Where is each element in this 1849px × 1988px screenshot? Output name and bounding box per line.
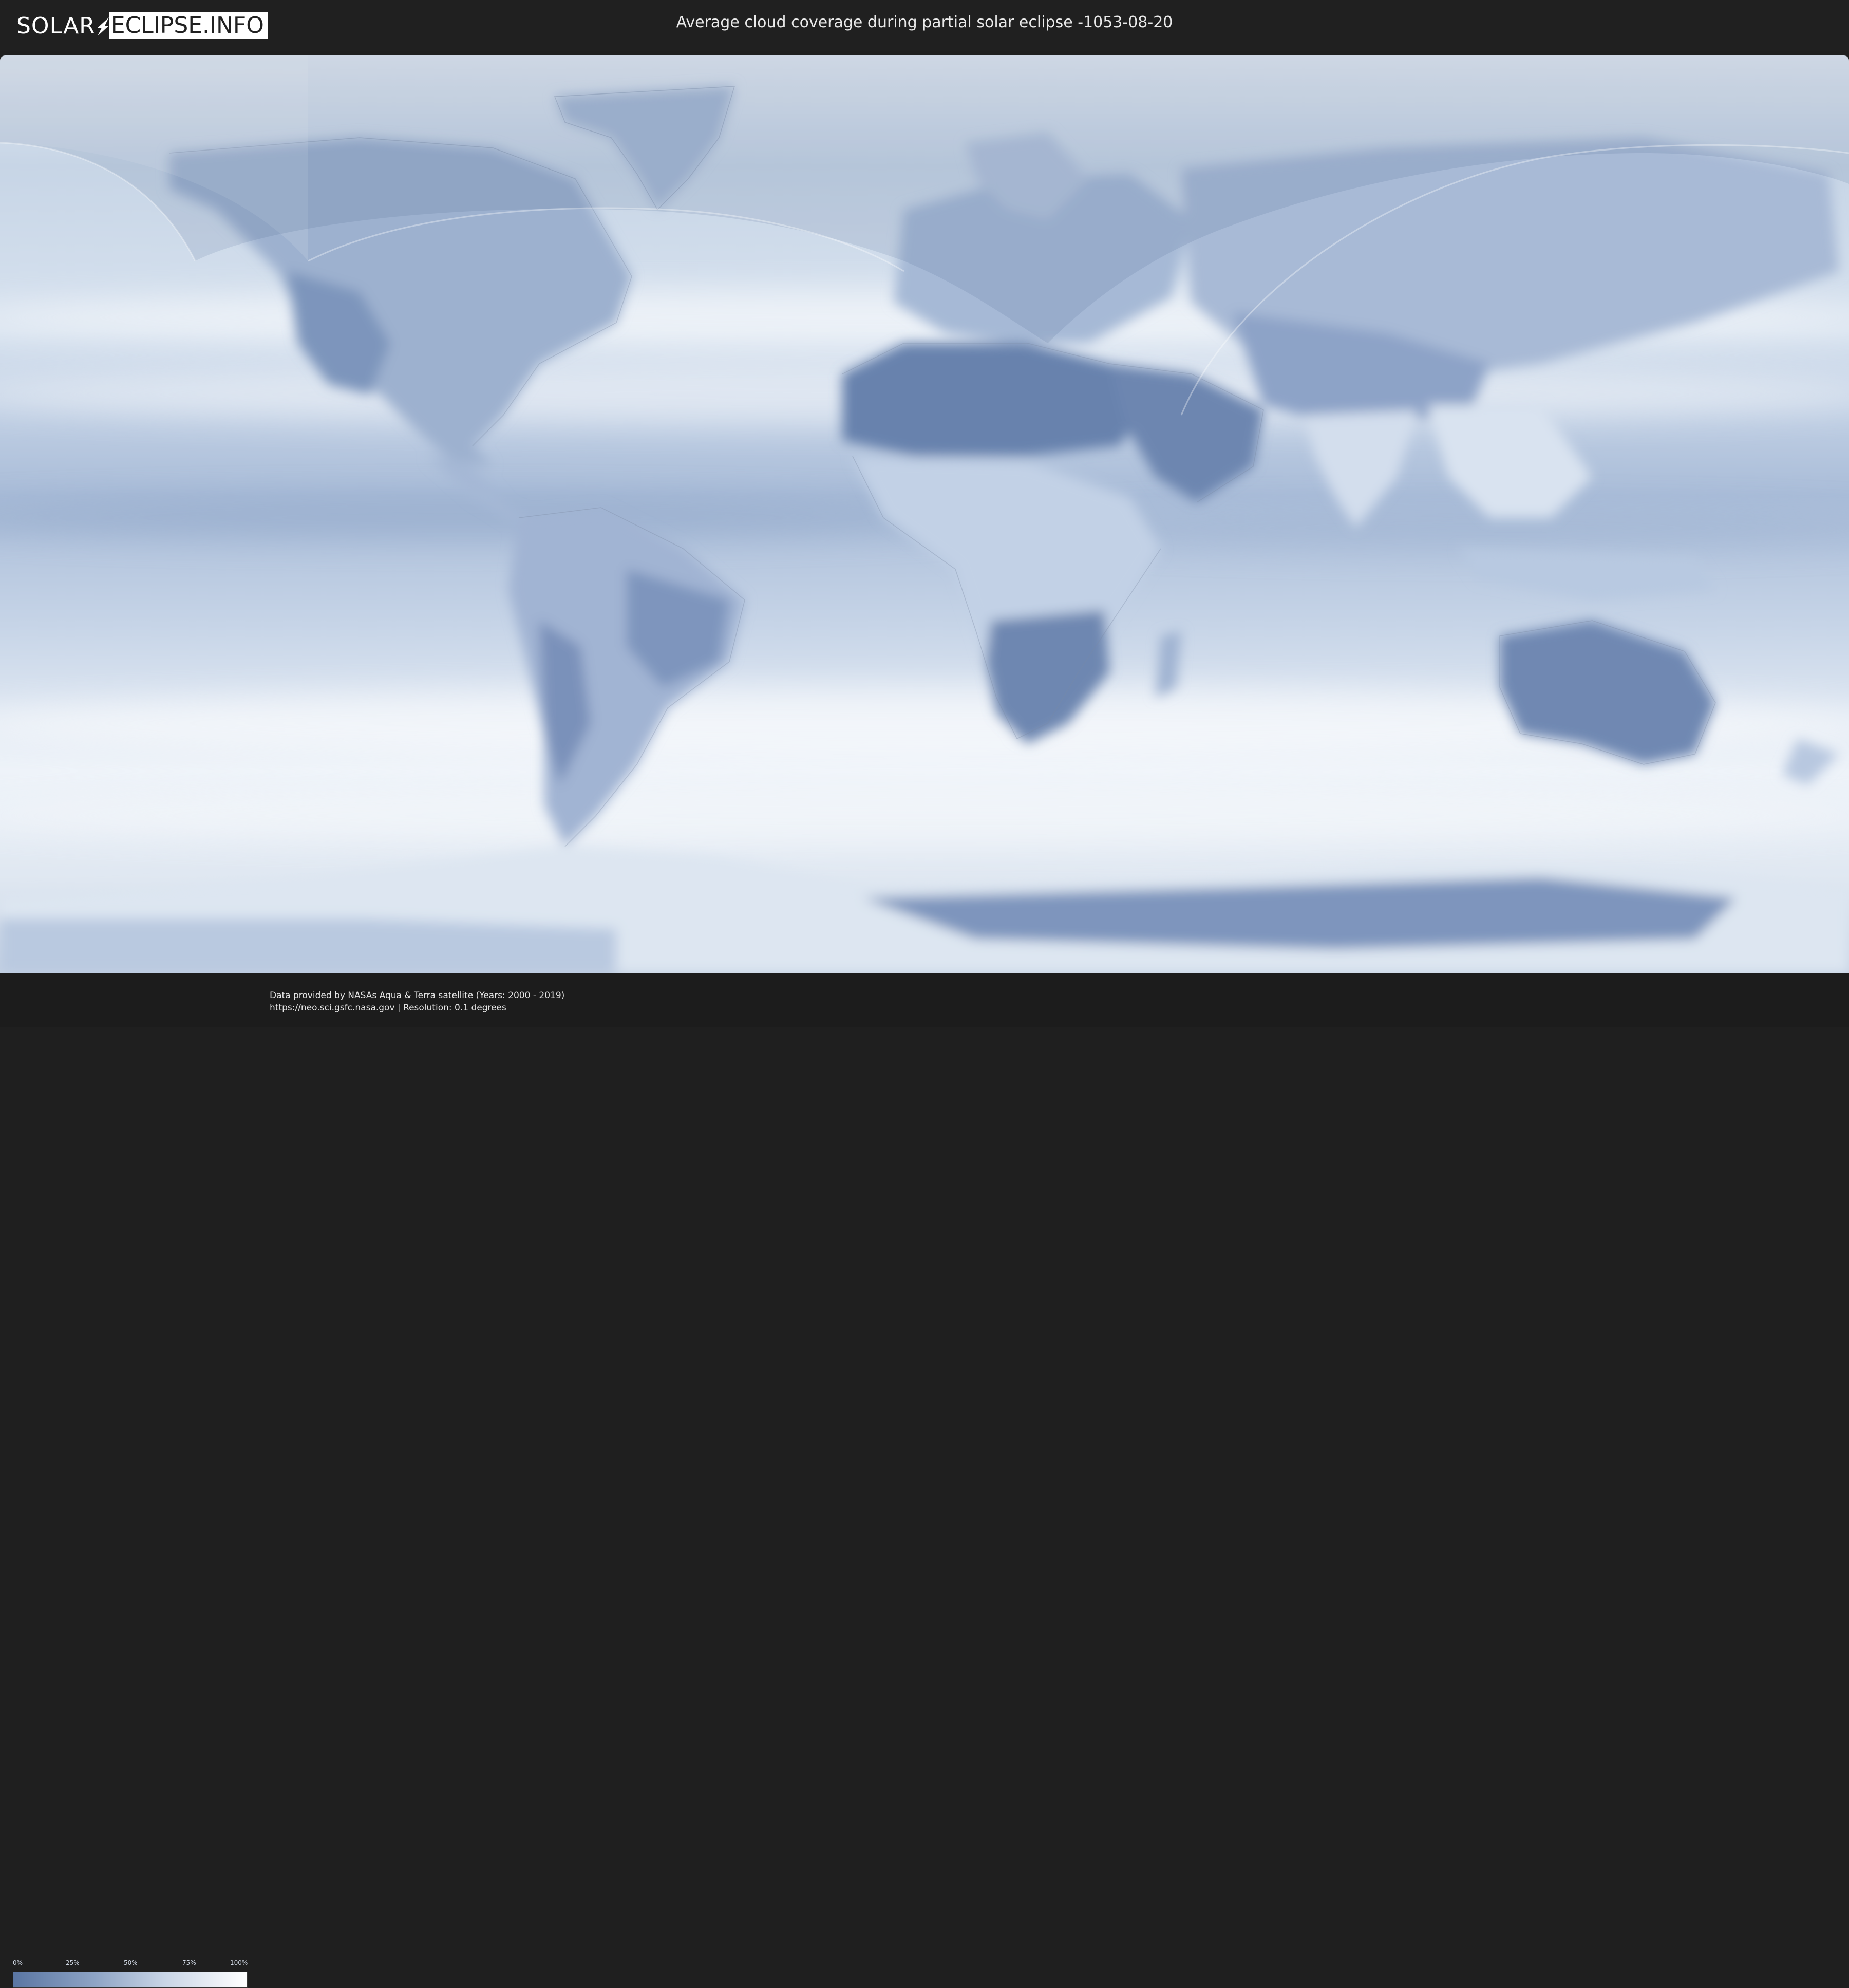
legend-tick: 75% xyxy=(182,1959,196,1966)
cloud-coverage-map[interactable] xyxy=(0,55,1849,973)
antarctica-west xyxy=(0,918,616,973)
data-credit: Data provided by NASAs Aqua & Terra sate… xyxy=(270,990,565,1001)
world-map-canvas xyxy=(0,55,1849,973)
data-source-link[interactable]: https://neo.sci.gsfc.nasa.gov | Resoluti… xyxy=(270,1003,506,1013)
legend-color-bar xyxy=(13,1972,248,1988)
legend-tick: 100% xyxy=(230,1959,248,1966)
legend-tick: 25% xyxy=(66,1959,80,1966)
page-title: Average cloud coverage during partial so… xyxy=(676,13,1173,31)
legend-tick: 50% xyxy=(124,1959,138,1966)
footer-bar: 0% 25% 50% 75% 100% Data provided by NAS… xyxy=(0,973,1849,1988)
legend-tick: 0% xyxy=(13,1959,23,1966)
cloud-cover-legend: 0% 25% 50% 75% 100% xyxy=(13,1959,248,1988)
header-bar: SOLAR ECLIPSE.INFO Average cloud coverag… xyxy=(0,0,1849,51)
